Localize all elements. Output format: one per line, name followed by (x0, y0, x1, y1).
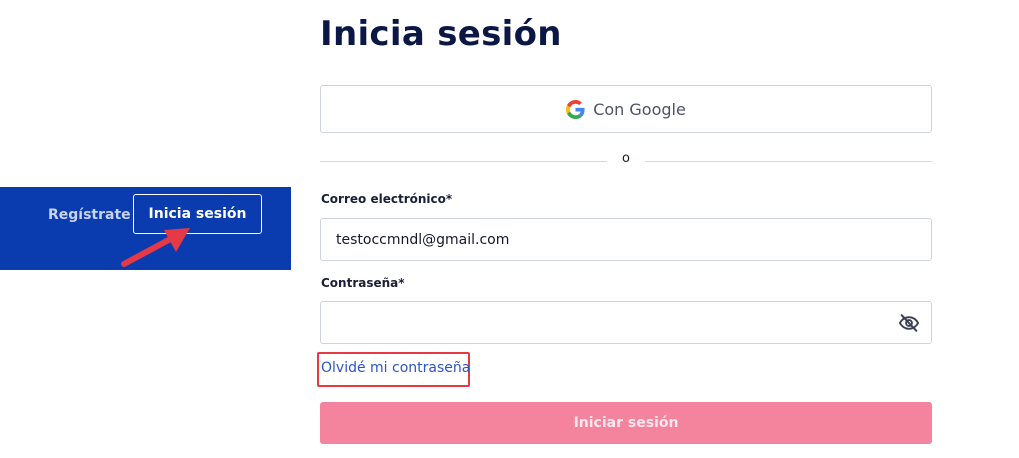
password-label: Contraseña* (321, 276, 405, 290)
forgot-password-link[interactable]: Olvidé mi contraseña (321, 360, 470, 376)
login-page: Regístrate Inicia sesión Inicia sesión C… (0, 0, 1019, 458)
google-login-label: Con Google (593, 99, 686, 119)
email-label: Correo electrónico* (321, 192, 453, 206)
eye-slash-icon[interactable] (898, 312, 920, 334)
password-field[interactable] (320, 301, 932, 344)
login-submit-button[interactable]: Iniciar sesión (320, 402, 932, 444)
divider-line-left (320, 161, 607, 162)
google-login-button[interactable]: Con Google (320, 85, 932, 133)
divider-line-right (645, 161, 932, 162)
red-arrow-icon (121, 228, 190, 267)
divider-text: o (622, 151, 630, 166)
email-field[interactable] (320, 218, 932, 261)
google-g-icon (566, 99, 585, 119)
page-title: Inicia sesión (320, 14, 562, 54)
